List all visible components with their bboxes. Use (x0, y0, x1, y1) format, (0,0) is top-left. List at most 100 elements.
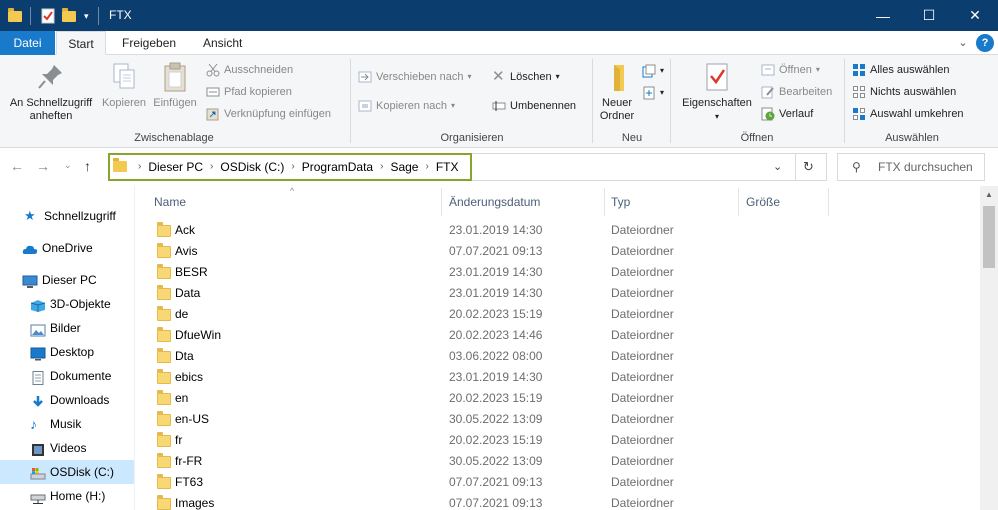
nav-videos[interactable]: Videos (30, 436, 86, 460)
table-row[interactable]: en-US 30.05.2022 13:09 Dateiordner (135, 409, 980, 430)
properties-quick-button[interactable] (41, 7, 55, 25)
forward-arrow-icon[interactable]: → (36, 158, 50, 174)
column-header-type[interactable]: Typ (611, 189, 736, 215)
file-date: 23.01.2019 14:30 (449, 370, 543, 384)
move-to-button[interactable]: Verschieben nach ▾ (358, 67, 471, 87)
select-none-button[interactable]: Nichts auswählen (852, 82, 956, 102)
select-all-label: Alles auswählen (870, 64, 950, 76)
file-name: en-US (175, 412, 210, 426)
drive-icon (30, 465, 46, 480)
nav-downloads[interactable]: Downloads (30, 388, 109, 412)
nav-3d-objects[interactable]: 3D-Objekte (30, 292, 111, 316)
new-folder-button[interactable]: Neuer Ordner (596, 61, 638, 123)
copy-button[interactable]: Kopieren (98, 61, 150, 110)
edit-button[interactable]: Bearbeiten (761, 82, 832, 102)
file-type: Dateiordner (611, 223, 674, 237)
easy-access-button[interactable]: ▾ (642, 83, 664, 103)
chevron-down-icon[interactable]: ⌄ (954, 34, 972, 52)
folder-icon (157, 222, 171, 237)
nav-home-drive[interactable]: Home (H:) (30, 484, 105, 508)
table-row[interactable]: fr-FR 30.05.2022 13:09 Dateiordner (135, 451, 980, 472)
nav-this-pc[interactable]: Dieser PC (22, 268, 97, 292)
table-row[interactable]: de 20.02.2023 15:19 Dateiordner (135, 304, 980, 325)
table-row[interactable]: en 20.02.2023 15:19 Dateiordner (135, 388, 980, 409)
table-row[interactable]: Dta 03.06.2022 08:00 Dateiordner (135, 346, 980, 367)
minimize-button[interactable]: — (860, 0, 906, 31)
file-name: ebics (175, 370, 204, 384)
nav-desktop[interactable]: Desktop (30, 340, 94, 364)
folder-icon (157, 348, 171, 363)
address-history-chevron-icon[interactable]: ⌄ (773, 160, 782, 173)
table-row[interactable]: Data 23.01.2019 14:30 Dateiordner (135, 283, 980, 304)
divider (738, 188, 739, 216)
folder-icon (157, 432, 171, 447)
open-button[interactable]: Öffnen ▾ (761, 60, 820, 80)
table-row[interactable]: DfueWin 20.02.2023 14:46 Dateiordner (135, 325, 980, 346)
table-row[interactable]: FT63 07.07.2021 09:13 Dateiordner (135, 472, 980, 493)
close-button[interactable]: ✕ (952, 0, 998, 31)
help-icon[interactable]: ? (976, 34, 994, 52)
recent-locations-chevron-icon[interactable]: ⌄ (64, 160, 72, 171)
file-name: fr (175, 433, 183, 447)
table-row[interactable]: fr 20.02.2023 15:19 Dateiordner (135, 430, 980, 451)
documents-icon (30, 369, 46, 385)
copy-to-button[interactable]: Kopieren nach ▾ (358, 96, 455, 116)
file-date: 30.05.2022 13:09 (449, 412, 543, 426)
nav-pictures[interactable]: Bilder (30, 316, 81, 340)
nav-music[interactable]: ♪ Musik (30, 412, 81, 436)
back-arrow-icon[interactable]: ← (10, 158, 24, 174)
up-arrow-icon[interactable]: ↑ (84, 158, 91, 174)
invert-selection-button[interactable]: Auswahl umkehren (852, 104, 964, 124)
tab-datei[interactable]: Datei (0, 31, 55, 55)
pin-label: An Schnellzugriff anheften (9, 97, 93, 122)
nav-onedrive[interactable]: OneDrive (22, 236, 93, 260)
file-name: DfueWin (175, 328, 222, 342)
delete-button[interactable]: ✕ Löschen ▾ (492, 67, 560, 87)
nav-documents[interactable]: Dokumente (30, 364, 111, 388)
table-row[interactable]: BESR 23.01.2019 14:30 Dateiordner (135, 262, 980, 283)
chevron-down-icon: ▾ (660, 88, 665, 97)
maximize-button[interactable]: ☐ (906, 0, 952, 31)
copy-to-label: Kopieren nach (376, 100, 447, 112)
file-list: ^ Name Änderungsdatum Typ Größe Ack 23.01… (135, 186, 980, 510)
column-header-date[interactable]: Änderungsdatum (449, 189, 603, 215)
search-input[interactable]: ⚲ FTX durchsuchen (837, 153, 985, 181)
table-row[interactable]: ebics 23.01.2019 14:30 Dateiordner (135, 367, 980, 388)
table-row[interactable]: Images 07.07.2021 09:13 Dateiordner (135, 493, 980, 510)
tab-ansicht[interactable]: Ansicht (191, 31, 254, 55)
ribbon: An Schnellzugriff anheften Kopieren Einf… (0, 55, 998, 148)
table-row[interactable]: Avis 07.07.2021 09:13 Dateiordner (135, 241, 980, 262)
tab-freigeben[interactable]: Freigeben (110, 31, 188, 55)
file-type: Dateiordner (611, 307, 674, 321)
refresh-icon[interactable]: ↻ (803, 159, 814, 175)
scroll-up-arrow-icon[interactable]: ▲ (980, 186, 998, 204)
pin-quick-access-button[interactable]: An Schnellzugriff anheften (4, 61, 98, 123)
table-row[interactable]: Ack 23.01.2019 14:30 Dateiordner (135, 220, 980, 241)
copy-path-button[interactable]: Pfad kopieren (206, 82, 292, 102)
folder-icon (157, 474, 171, 489)
divider (30, 7, 31, 25)
ribbon-tabs: Datei Start Freigeben Ansicht ⌄ ? (0, 31, 998, 55)
select-all-button[interactable]: Alles auswählen (852, 60, 950, 80)
new-item-button[interactable]: ▾ (642, 61, 664, 81)
paste-button[interactable]: Einfügen (150, 61, 200, 110)
column-header-name[interactable]: Name (154, 189, 440, 215)
history-button[interactable]: Verlauf (761, 104, 813, 124)
chevron-down-icon: ▾ (660, 66, 665, 75)
scrollbar-thumb[interactable] (983, 206, 995, 268)
navigation-pane: ★ Schnellzugriff OneDrive Dieser PC 3D-O… (0, 186, 134, 510)
nav-label: 3D-Objekte (50, 297, 111, 311)
vertical-scrollbar[interactable]: ▲ (980, 186, 998, 510)
nav-osdisk[interactable]: OSDisk (C:) (0, 460, 134, 484)
delete-icon: ✕ (492, 68, 505, 85)
tab-start[interactable]: Start (56, 31, 106, 55)
paste-shortcut-button[interactable]: Verknüpfung einfügen (206, 104, 331, 124)
column-header-size[interactable]: Größe (746, 189, 826, 215)
customize-quick-access-button[interactable]: ▾ (84, 7, 89, 25)
nav-quick-access[interactable]: ★ Schnellzugriff (24, 204, 116, 228)
cut-button[interactable]: Ausschneiden (206, 60, 293, 80)
edit-label: Bearbeiten (779, 86, 833, 98)
properties-button[interactable]: Eigenschaften ▾ (678, 61, 756, 123)
rename-button[interactable]: Umbenennen (492, 96, 576, 116)
new-folder-quick-button[interactable] (62, 7, 76, 25)
